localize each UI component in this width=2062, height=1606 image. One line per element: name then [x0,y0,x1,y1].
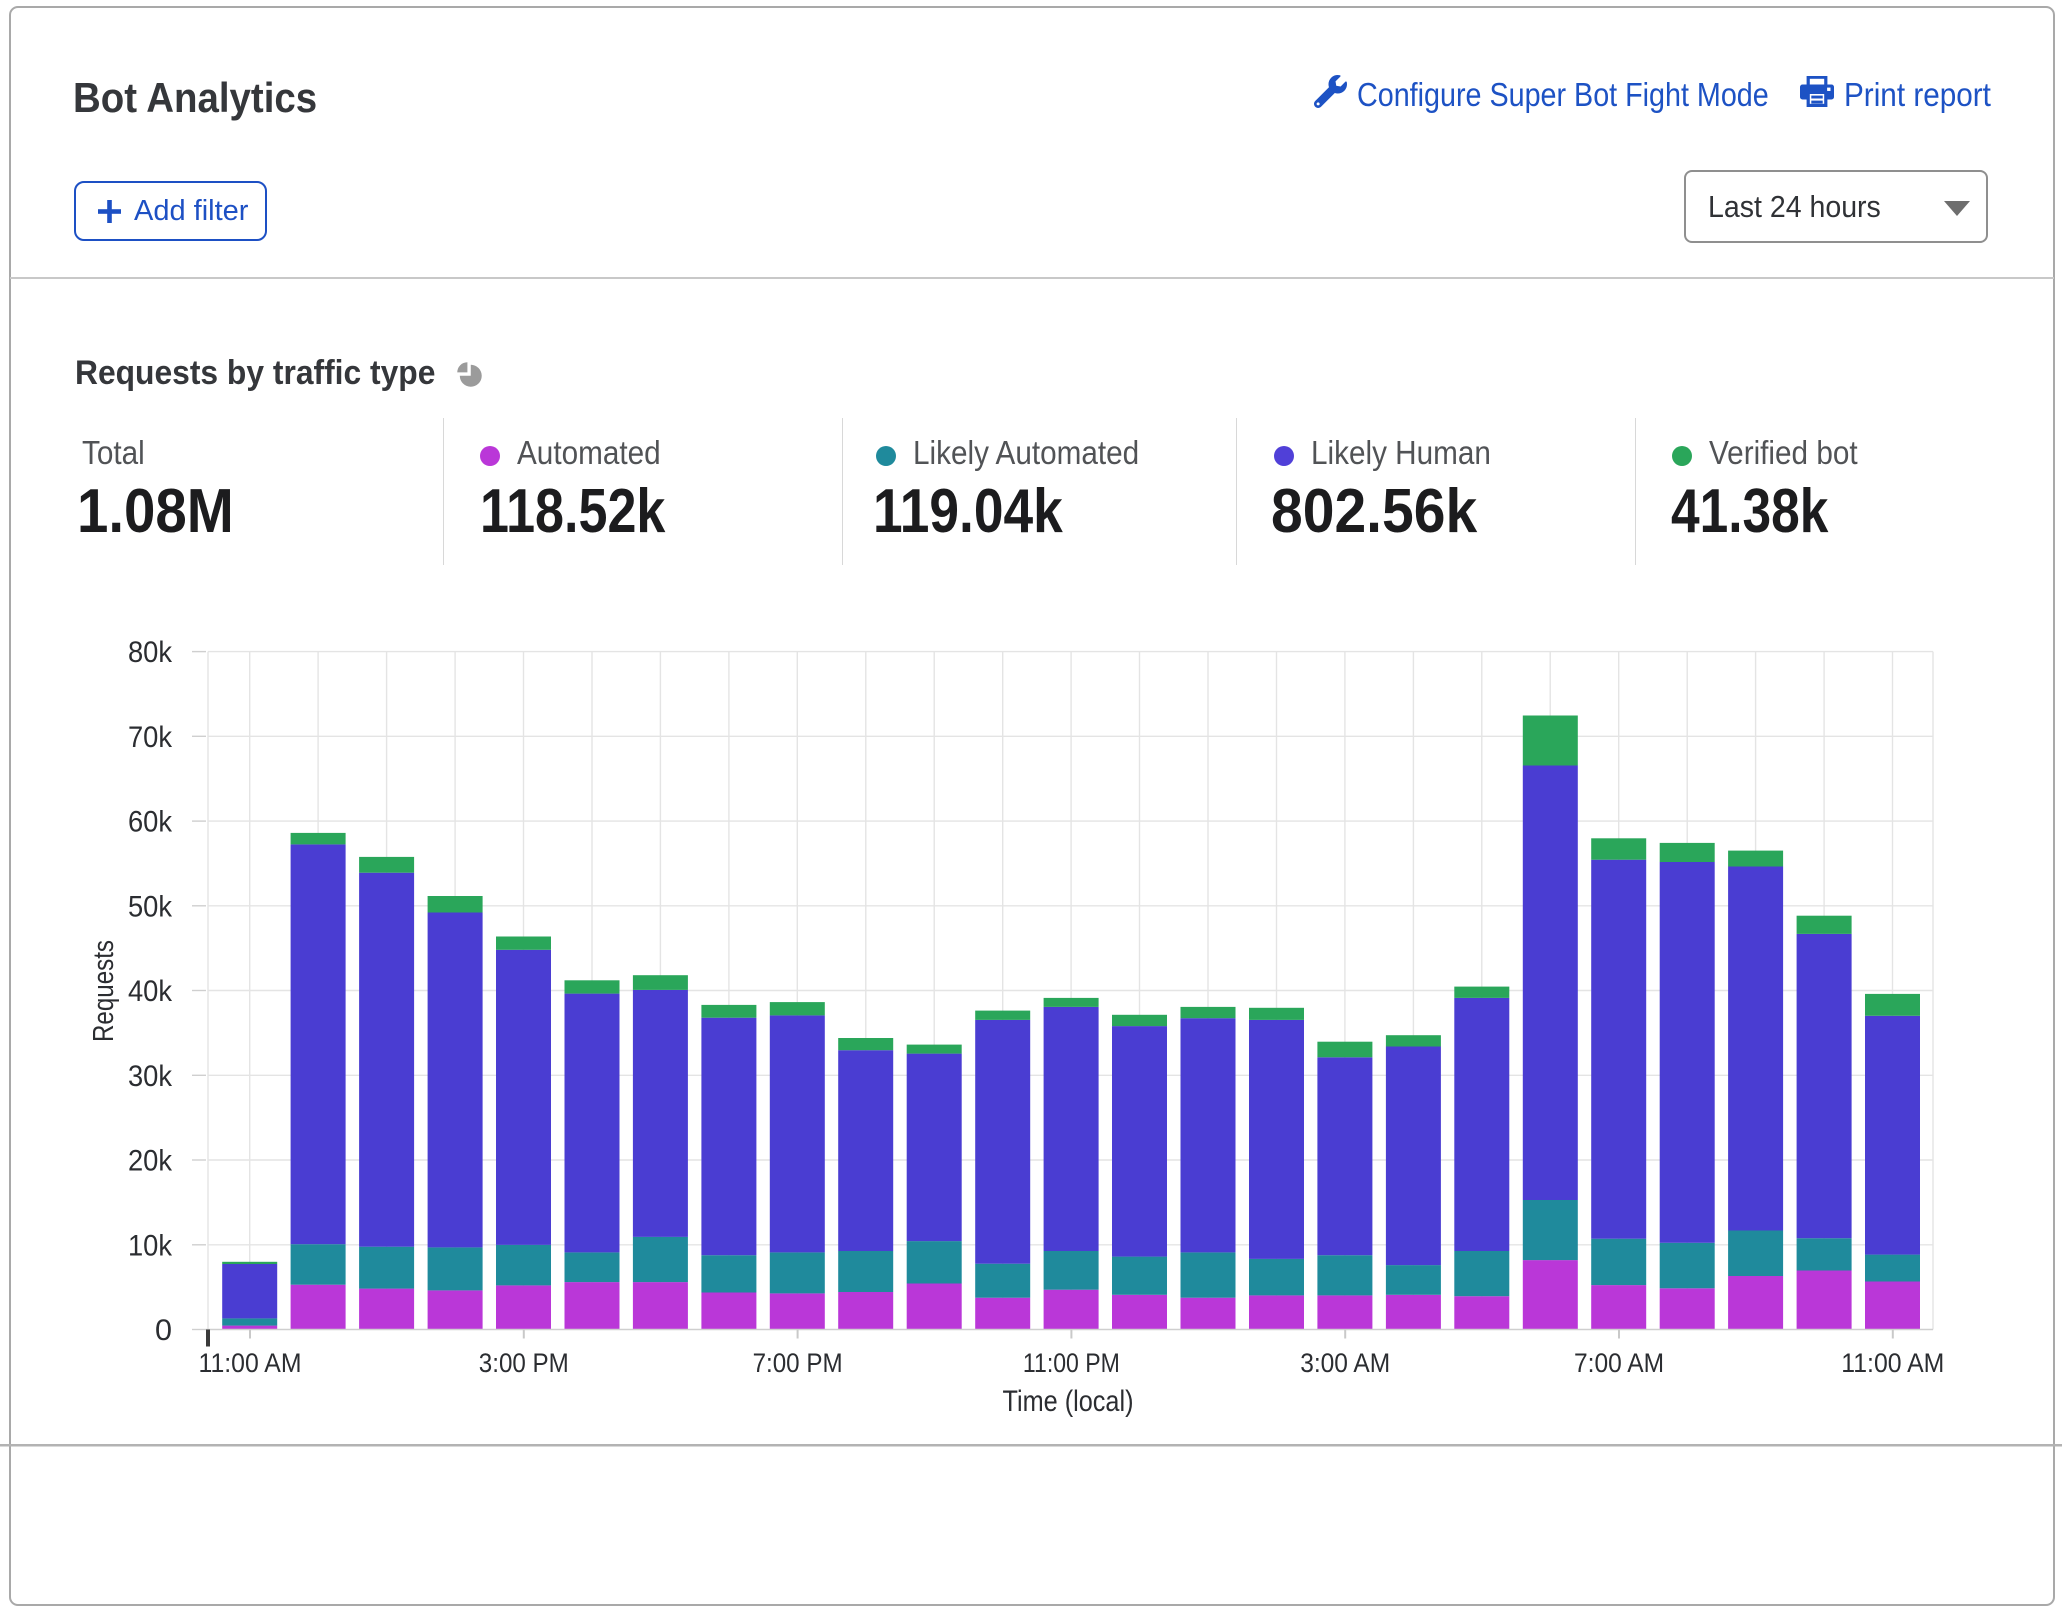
svg-text:80k: 80k [128,636,173,669]
svg-text:11:00 AM: 11:00 AM [1841,1348,1944,1378]
svg-text:20k: 20k [128,1145,173,1178]
svg-text:50k: 50k [128,890,173,923]
svg-text:30k: 30k [128,1060,173,1093]
svg-text:60k: 60k [128,806,173,839]
svg-text:40k: 40k [128,975,173,1008]
svg-text:7:00 PM: 7:00 PM [753,1348,843,1378]
svg-text:10k: 10k [128,1229,173,1262]
svg-text:7:00 AM: 7:00 AM [1574,1348,1664,1378]
svg-text:0: 0 [155,1314,172,1347]
svg-text:Time (local): Time (local) [1003,1385,1134,1418]
svg-text:11:00 PM: 11:00 PM [1023,1348,1120,1378]
svg-text:11:00 AM: 11:00 AM [199,1348,302,1378]
svg-text:70k: 70k [128,721,173,754]
svg-text:3:00 AM: 3:00 AM [1300,1348,1390,1378]
svg-text:Requests: Requests [88,940,120,1042]
svg-text:3:00 PM: 3:00 PM [479,1348,569,1378]
